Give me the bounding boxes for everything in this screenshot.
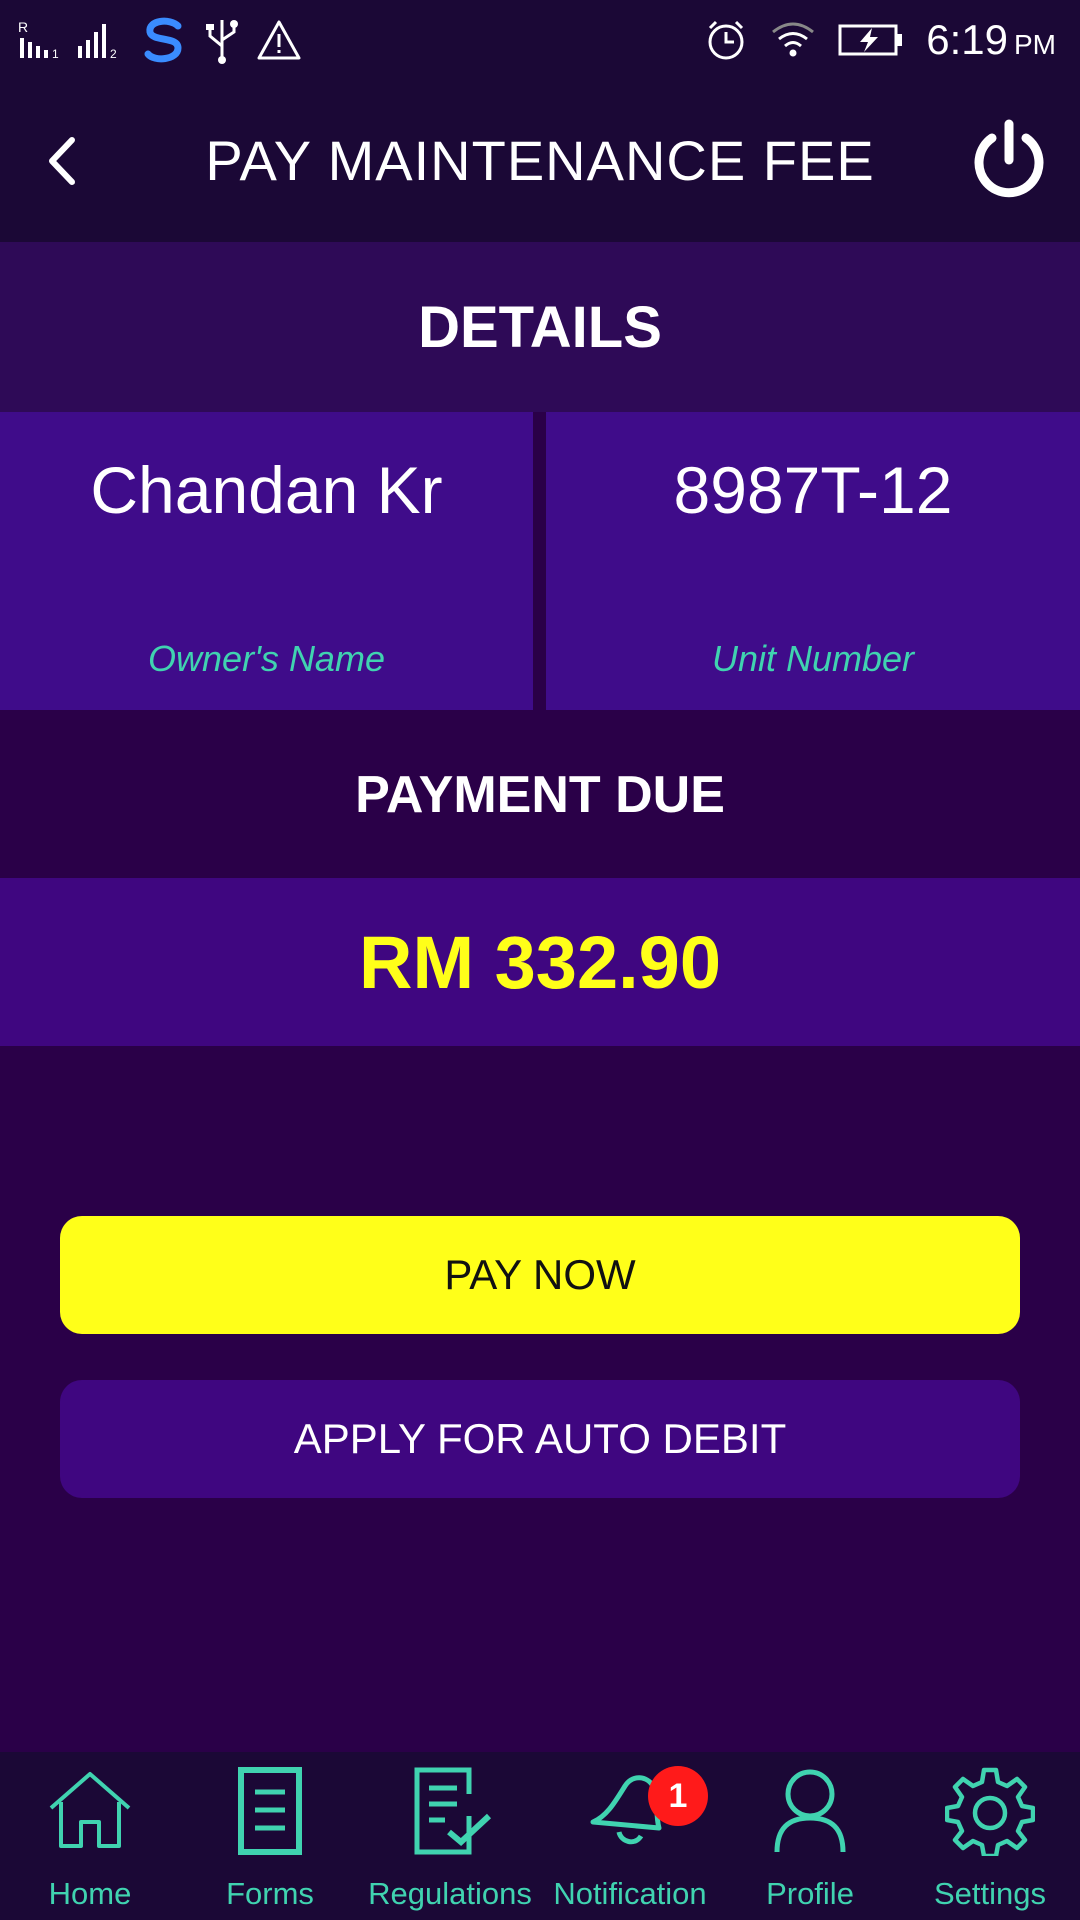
nav-label-profile: Profile [766,1876,854,1911]
clock-ampm: PM [1014,29,1056,60]
battery-charging-icon [838,24,903,56]
nav-label-regulations: Regulations [368,1876,532,1911]
roaming-signal-icon: R 1 [18,19,59,61]
nav-label-notification: Notification [553,1876,707,1911]
warning-icon [257,20,301,60]
unit-number-card: 8987T-12 Unit Number [546,412,1080,710]
home-icon [49,1772,131,1848]
wifi-icon [772,22,815,57]
clock: 6:19 PM [926,16,1056,64]
notification-badge: 1 [648,1766,708,1826]
pay-now-button[interactable]: PAY NOW [60,1216,1020,1334]
owner-name-value: Chandan Kr [90,453,443,527]
svg-text:2: 2 [110,47,117,61]
page-title: PAY MAINTENANCE FEE [205,129,875,192]
nav-item-settings[interactable]: Settings [900,1752,1080,1920]
settings-icon [945,1767,1035,1856]
usb-icon [206,20,238,64]
app-bar: PAY MAINTENANCE FEE [0,80,1080,242]
forms-icon [238,1767,302,1855]
signal-sim2-icon: 2 [78,24,117,61]
status-bar: R 1 2 6:19 PM [0,0,1080,80]
svg-text:1: 1 [52,47,59,61]
nav-label-home: Home [48,1876,132,1911]
alarm-icon [708,20,744,60]
unit-number-label: Unit Number [711,638,915,679]
power-icon [974,119,1044,198]
clock-time: 6:19 [926,16,1008,63]
owner-name-label: Owner's Name [148,638,385,679]
profile-icon [774,1769,846,1853]
regulations-icon [414,1767,492,1855]
nav-item-forms[interactable]: Forms [180,1752,360,1920]
bottom-nav: Home Forms Regulations 1 Notification Pr… [0,1752,1080,1920]
power-button[interactable] [966,116,1052,202]
nav-item-notification[interactable]: 1 Notification [540,1752,720,1920]
payment-due-heading: PAYMENT DUE [0,712,1080,878]
nav-label-settings: Settings [933,1876,1046,1911]
payment-amount: RM 332.90 [0,878,1080,1046]
nav-item-profile[interactable]: Profile [720,1752,900,1920]
s-app-icon [144,17,182,63]
auto-debit-button[interactable]: APPLY FOR AUTO DEBIT [60,1380,1020,1498]
owner-name-card: Chandan Kr Owner's Name [0,412,533,710]
details-heading: DETAILS [0,242,1080,412]
nav-label-forms: Forms [226,1876,314,1911]
svg-text:R: R [18,19,28,35]
unit-number-value: 8987T-12 [673,453,953,527]
nav-item-regulations[interactable]: Regulations [360,1752,540,1920]
nav-item-home[interactable]: Home [0,1752,180,1920]
